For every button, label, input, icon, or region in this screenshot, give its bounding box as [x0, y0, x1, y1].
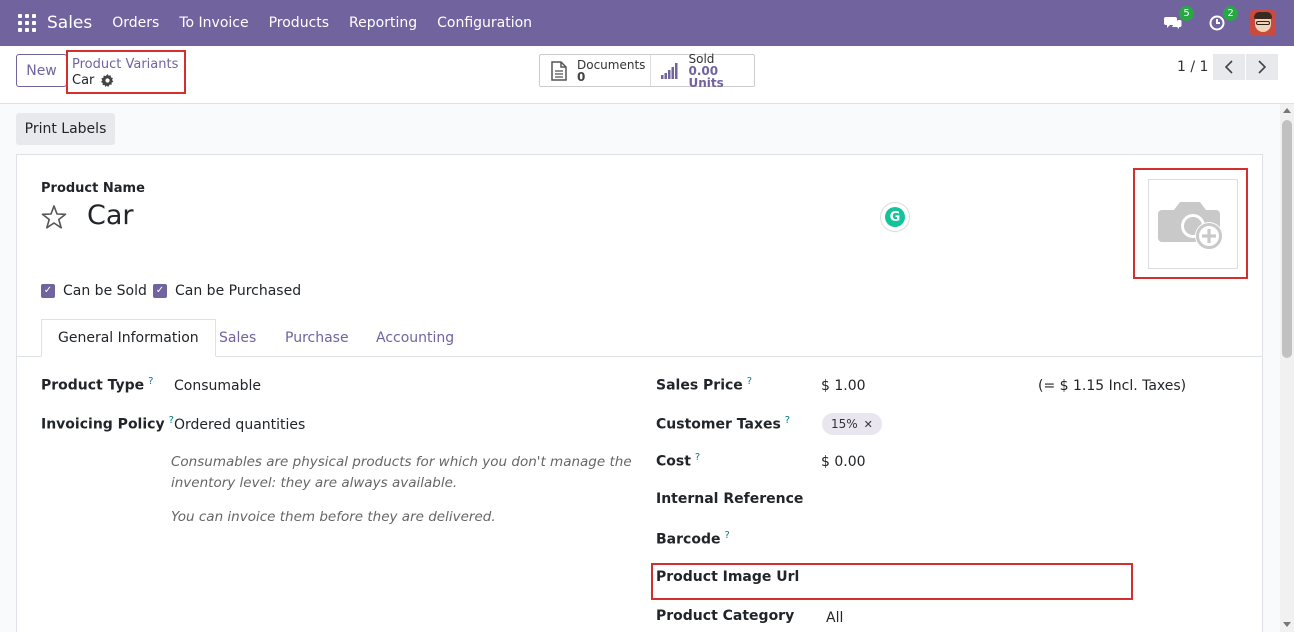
menu-orders[interactable]: Orders: [112, 15, 159, 31]
top-navbar: Sales Orders To Invoice Products Reporti…: [0, 0, 1294, 46]
chevron-left-icon: [1224, 60, 1233, 74]
clock-icon: [1209, 15, 1225, 31]
menu-products[interactable]: Products: [269, 15, 329, 31]
pager-buttons: [1213, 54, 1278, 80]
help-tooltip-icon[interactable]: ?: [724, 530, 729, 541]
consumable-help-text: Consumables are physical products for wh…: [171, 454, 632, 491]
can-be-purchased-label: Can be Purchased: [175, 283, 302, 299]
close-icon[interactable]: ✕: [864, 418, 873, 431]
gear-icon[interactable]: [101, 74, 114, 87]
invoicing-policy-label: Invoicing Policy?: [41, 415, 174, 433]
sales-price-field[interactable]: $ 1.00: [821, 378, 866, 394]
product-image-uploader[interactable]: [1148, 179, 1238, 269]
chevron-right-icon: [1258, 60, 1267, 74]
tab-general-information[interactable]: General Information: [41, 319, 216, 357]
app-name[interactable]: Sales: [47, 13, 92, 33]
signal-bars-icon: [661, 62, 678, 79]
breadcrumb-current: Car: [72, 72, 184, 89]
messages-badge: 5: [1179, 6, 1194, 21]
documents-smart-button[interactable]: Documents 0: [540, 55, 650, 86]
can-be-sold-checkbox[interactable]: ✓ Can be Sold: [41, 283, 147, 299]
sales-price-label: Sales Price?: [656, 376, 753, 394]
documents-count: 0: [577, 69, 586, 84]
invoice-help-text: You can invoice them before they are del…: [171, 509, 496, 525]
checkbox-checked-icon: ✓: [41, 284, 55, 298]
messages-button[interactable]: 5: [1162, 6, 1194, 34]
breadcrumb: Product Variants Car: [66, 50, 186, 94]
documents-label: Documents: [577, 57, 646, 72]
help-tooltip-icon[interactable]: ?: [148, 376, 153, 387]
breadcrumb-current-label: Car: [72, 73, 95, 88]
product-image-url-label: Product Image Url: [656, 569, 800, 585]
apps-menu-icon[interactable]: [18, 14, 36, 32]
product-category-label: Product Category: [656, 608, 795, 624]
menu-reporting[interactable]: Reporting: [349, 15, 417, 31]
invoicing-policy-field[interactable]: Ordered quantities: [174, 417, 305, 433]
barcode-label: Barcode?: [656, 530, 730, 548]
scroll-down-arrow-icon[interactable]: [1283, 622, 1291, 627]
sold-label: Sold: [688, 51, 715, 66]
form-tabs: General Information Sales Purchase Accou…: [16, 319, 1262, 357]
print-labels-button[interactable]: Print Labels: [16, 113, 115, 145]
camera-add-icon: [1158, 202, 1223, 250]
tab-accounting[interactable]: Accounting: [376, 319, 454, 357]
pager-next-button[interactable]: [1246, 54, 1278, 80]
tab-sales[interactable]: Sales: [219, 319, 256, 357]
menu-to-invoice[interactable]: To Invoice: [179, 15, 248, 31]
cost-field[interactable]: $ 0.00: [821, 454, 866, 470]
activities-badge: 2: [1223, 6, 1238, 21]
smart-buttons: Documents 0 Sold 0.00 Units: [539, 51, 755, 90]
document-icon: [551, 60, 567, 81]
scrollbar-thumb[interactable]: [1282, 120, 1292, 358]
incl-taxes-value: (= $ 1.15 Incl. Taxes): [1038, 378, 1187, 394]
can-be-sold-label: Can be Sold: [63, 283, 147, 299]
favorite-star-icon[interactable]: [40, 203, 68, 231]
product-name-label: Product Name: [41, 181, 145, 196]
product-type-field[interactable]: Consumable: [174, 378, 261, 394]
image-highlight: [1133, 168, 1248, 279]
product-name-field[interactable]: Car: [87, 200, 134, 231]
activities-button[interactable]: 2: [1206, 6, 1238, 34]
product-category-field[interactable]: All: [826, 610, 843, 626]
tax-tag-label: 15%: [831, 417, 858, 431]
grammarly-icon[interactable]: G: [881, 203, 909, 231]
cost-label: Cost?: [656, 452, 701, 470]
help-tooltip-icon[interactable]: ?: [695, 452, 700, 463]
checkbox-checked-icon: ✓: [153, 284, 167, 298]
help-tooltip-icon[interactable]: ?: [785, 415, 790, 426]
can-be-purchased-checkbox[interactable]: ✓ Can be Purchased: [153, 283, 301, 299]
control-panel: New Product Variants Car Documents 0 Sol…: [0, 46, 1294, 104]
menu-configuration[interactable]: Configuration: [437, 15, 532, 31]
product-type-label: Product Type?: [41, 376, 154, 394]
tab-purchase[interactable]: Purchase: [285, 319, 349, 357]
help-tooltip-icon[interactable]: ?: [747, 376, 752, 387]
navbar-systray: 5 2: [1162, 0, 1294, 46]
customer-taxes-label: Customer Taxes?: [656, 415, 791, 433]
breadcrumb-parent-link[interactable]: Product Variants: [72, 57, 184, 72]
tax-tag[interactable]: 15% ✕: [822, 413, 882, 435]
user-avatar[interactable]: [1250, 10, 1276, 36]
pager-previous-button[interactable]: [1213, 54, 1245, 80]
new-button[interactable]: New: [16, 54, 67, 87]
internal-reference-label: Internal Reference: [656, 491, 804, 507]
pager-value[interactable]: 1 / 1: [1177, 59, 1208, 75]
scroll-up-arrow-icon[interactable]: [1283, 108, 1291, 113]
sold-value: 0.00 Units: [688, 63, 724, 90]
sold-smart-button[interactable]: Sold 0.00 Units: [650, 51, 754, 90]
